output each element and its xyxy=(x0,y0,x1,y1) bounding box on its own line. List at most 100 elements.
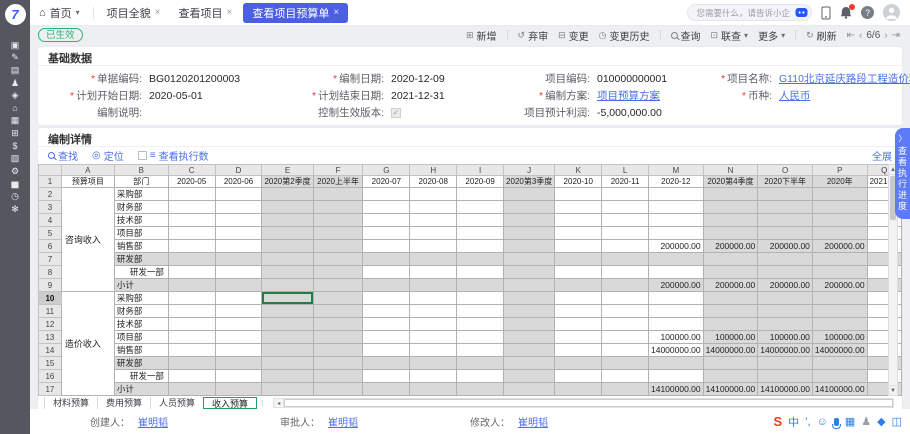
settings-gear-icon[interactable]: ⚙ xyxy=(0,165,30,178)
cell-F2[interactable] xyxy=(313,188,363,201)
tab-3[interactable]: 查看项目预算单× xyxy=(243,3,348,23)
cell-O16[interactable] xyxy=(758,370,813,383)
cell-D10[interactable] xyxy=(215,292,262,305)
cell-E11[interactable] xyxy=(262,305,313,318)
cell-M15[interactable] xyxy=(649,357,704,370)
cell-I16[interactable] xyxy=(457,370,504,383)
budget-item-cell[interactable] xyxy=(61,396,114,397)
header-cell-O[interactable]: 2020下半年 xyxy=(758,176,813,188)
cell-I15[interactable] xyxy=(457,357,504,370)
mobile-app-button[interactable] xyxy=(821,6,831,20)
cell-E5[interactable] xyxy=(262,227,313,240)
cell-E10[interactable] xyxy=(262,292,313,305)
cell-D5[interactable] xyxy=(215,227,262,240)
cell-K2[interactable] xyxy=(555,188,602,201)
cell-M3[interactable] xyxy=(649,201,704,214)
cell-K3[interactable] xyxy=(555,201,602,214)
header-cell-D[interactable]: 2020-06 xyxy=(215,176,262,188)
cell-J4[interactable] xyxy=(504,214,555,227)
cell-P3[interactable] xyxy=(812,201,867,214)
cell-C11[interactable] xyxy=(168,305,215,318)
dept-cell[interactable]: 研发一部 xyxy=(114,370,168,383)
cell-J9[interactable] xyxy=(504,279,555,292)
cell-G7[interactable] xyxy=(363,253,410,266)
cell-P11[interactable] xyxy=(812,305,867,318)
column-letter-M[interactable]: M xyxy=(649,165,704,176)
column-letter-N[interactable]: N xyxy=(703,165,758,176)
cell-G8[interactable] xyxy=(363,266,410,279)
cell-K8[interactable] xyxy=(555,266,602,279)
cell-H14[interactable] xyxy=(410,344,457,357)
cell-G17[interactable] xyxy=(363,383,410,396)
cell-J12[interactable] xyxy=(504,318,555,331)
cell-D11[interactable] xyxy=(215,305,262,318)
checkbox-icon[interactable] xyxy=(138,151,147,160)
cell-J5[interactable] xyxy=(504,227,555,240)
column-letter-K[interactable]: K xyxy=(555,165,602,176)
变更历史-button[interactable]: ◷变更历史 xyxy=(599,28,650,43)
cell-O6[interactable]: 200000.00 xyxy=(758,240,813,253)
cell-H8[interactable] xyxy=(410,266,457,279)
cell-E4[interactable] xyxy=(262,214,313,227)
cell-P12[interactable] xyxy=(812,318,867,331)
cell-H7[interactable] xyxy=(410,253,457,266)
cell-P7[interactable] xyxy=(812,253,867,266)
cell-E2[interactable] xyxy=(262,188,313,201)
row-number-10[interactable]: 10 xyxy=(39,292,62,305)
cell-J18[interactable] xyxy=(504,396,555,397)
cell-I18[interactable] xyxy=(457,396,504,397)
column-letter-O[interactable]: O xyxy=(758,165,813,176)
cell-L15[interactable] xyxy=(602,357,649,370)
header-cell-K[interactable]: 2020-10 xyxy=(555,176,602,188)
cell-L9[interactable] xyxy=(602,279,649,292)
弃审-button[interactable]: ↺弃审 xyxy=(518,28,549,43)
row-number-15[interactable]: 15 xyxy=(39,357,62,370)
cell-G15[interactable] xyxy=(363,357,410,370)
cell-P4[interactable] xyxy=(812,214,867,227)
cell-O18[interactable] xyxy=(758,396,813,397)
cell-K14[interactable] xyxy=(555,344,602,357)
cell-M12[interactable] xyxy=(649,318,704,331)
cell-C8[interactable] xyxy=(168,266,215,279)
tab-home[interactable]: ⌂ 首页 ▾ xyxy=(30,0,89,26)
cell-K13[interactable] xyxy=(555,331,602,344)
invoice-icon[interactable]: ▤ xyxy=(0,64,30,77)
cell-K9[interactable] xyxy=(555,279,602,292)
cell-M9[interactable]: 200000.00 xyxy=(649,279,704,292)
cell-J10[interactable] xyxy=(504,292,555,305)
notifications-button[interactable] xyxy=(840,6,852,19)
dept-cell[interactable]: 研发部 xyxy=(114,357,168,370)
cell-C17[interactable] xyxy=(168,383,215,396)
cell-J2[interactable] xyxy=(504,188,555,201)
row-number-13[interactable]: 13 xyxy=(39,331,62,344)
cell-M13[interactable]: 100000.00 xyxy=(649,331,704,344)
cell-J3[interactable] xyxy=(504,201,555,214)
更多-button[interactable]: 更多▾ xyxy=(758,28,785,43)
cell-E16[interactable] xyxy=(262,370,313,383)
cell-I13[interactable] xyxy=(457,331,504,344)
cell-F5[interactable] xyxy=(313,227,363,240)
cell-O7[interactable] xyxy=(758,253,813,266)
cell-I14[interactable] xyxy=(457,344,504,357)
cell-L2[interactable] xyxy=(602,188,649,201)
sheet-tab-材料预算[interactable]: 材料预算 xyxy=(44,397,97,409)
cell-G16[interactable] xyxy=(363,370,410,383)
header-cell-G[interactable]: 2020-07 xyxy=(363,176,410,188)
cell-F12[interactable] xyxy=(313,318,363,331)
cell-K10[interactable] xyxy=(555,292,602,305)
budget-item-cell[interactable]: 咨询收入 xyxy=(61,188,114,292)
cell-C9[interactable] xyxy=(168,279,215,292)
cell-J13[interactable] xyxy=(504,331,555,344)
cell-N12[interactable] xyxy=(703,318,758,331)
cell-E13[interactable] xyxy=(262,331,313,344)
row-number-3[interactable]: 3 xyxy=(39,201,62,214)
cell-F13[interactable] xyxy=(313,331,363,344)
cell-D4[interactable] xyxy=(215,214,262,227)
cell-C4[interactable] xyxy=(168,214,215,227)
cell-O4[interactable] xyxy=(758,214,813,227)
cell-P6[interactable]: 200000.00 xyxy=(812,240,867,253)
cell-F10[interactable] xyxy=(313,292,363,305)
cell-F17[interactable] xyxy=(313,383,363,396)
cell-I17[interactable] xyxy=(457,383,504,396)
cell-N15[interactable] xyxy=(703,357,758,370)
